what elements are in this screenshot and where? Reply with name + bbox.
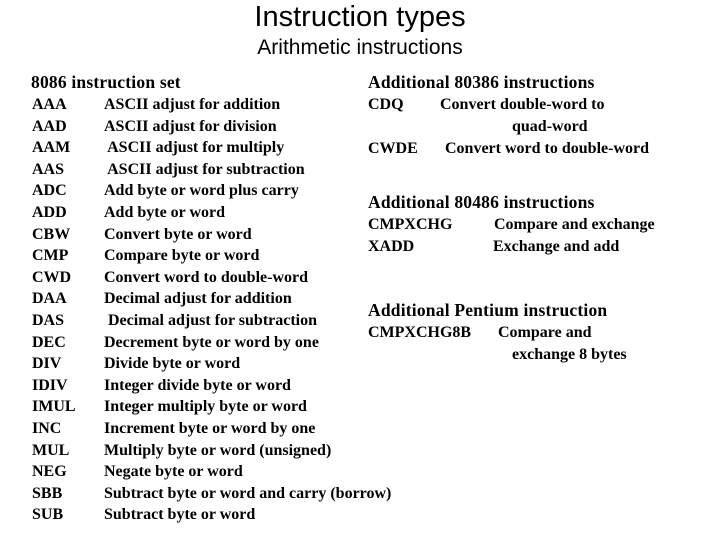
instruction-description: Negate byte or word [104, 463, 243, 481]
page-subtitle: Arithmetic instructions [257, 36, 463, 59]
page-title: Instruction types [254, 1, 466, 33]
instruction-mnemonic: CDQ [368, 96, 404, 113]
instruction-mnemonic: SBB [32, 484, 63, 502]
instruction-description: Subtract byte or word and carry (borrow) [104, 484, 392, 502]
instruction-description: ASCII adjust for multiply [104, 139, 285, 157]
instruction-mnemonic: ADC [32, 182, 67, 200]
instruction-description: Compare and [498, 324, 592, 341]
instruction-description: Compare and exchange [494, 216, 655, 233]
instruction-mnemonic: AAD [32, 117, 67, 135]
instruction-description: ASCII adjust for addition [104, 96, 281, 113]
instruction-description: ASCII adjust for subtraction [104, 160, 305, 178]
instruction-mnemonic: MUL [32, 441, 70, 459]
instruction-mnemonic: DAS [32, 312, 65, 329]
section-heading-8086: 8086 instruction set [31, 72, 181, 92]
instruction-mnemonic: DAA [32, 290, 67, 308]
instruction-description: Convert byte or word [104, 225, 252, 243]
instruction-mnemonic: ADD [32, 204, 67, 221]
instruction-description: Convert word to double-word [104, 268, 308, 286]
instruction-description-continued: quad-word [512, 118, 588, 135]
instruction-mnemonic: CBW [32, 225, 71, 243]
instruction-description: ASCII adjust for division [104, 117, 277, 135]
instruction-description: Compare byte or word [104, 247, 260, 265]
instruction-description: Decimal adjust for addition [104, 290, 292, 308]
instruction-description: Convert double-word to [440, 96, 605, 113]
instruction-description: Decrement byte or word by one [104, 333, 319, 351]
instruction-mnemonic: AAA [32, 96, 67, 113]
instruction-description-continued: exchange 8 bytes [512, 346, 627, 363]
instruction-mnemonic: IDIV [32, 376, 68, 394]
instruction-mnemonic: CMPXCHG [368, 216, 453, 233]
instruction-mnemonic: DEC [32, 333, 66, 351]
instruction-description: Increment byte or word by one [104, 420, 316, 437]
instruction-mnemonic: CWDE [368, 140, 418, 157]
instruction-description: Integer divide byte or word [104, 376, 291, 394]
instruction-description: Decimal adjust for subtraction [104, 312, 318, 329]
instruction-mnemonic: DIV [32, 355, 62, 373]
instruction-mnemonic: CMPXCHG8B [368, 324, 472, 341]
instruction-mnemonic: IMUL [32, 398, 76, 416]
section-heading-80486: Additional 80486 instructions [368, 192, 595, 212]
instruction-mnemonic: AAM [32, 139, 71, 157]
instruction-description: Convert word to double-word [445, 140, 649, 157]
instruction-description: Subtract byte or word [104, 506, 256, 524]
instruction-mnemonic: CWD [32, 268, 72, 286]
instruction-mnemonic: SUB [32, 506, 64, 524]
instruction-mnemonic: CMP [32, 247, 69, 265]
instruction-description: Integer multiply byte or word [104, 398, 307, 416]
instruction-mnemonic: AAS [32, 160, 65, 178]
instruction-description: Add byte or word plus carry [104, 182, 299, 200]
instruction-description: Divide byte or word [104, 355, 241, 373]
instruction-mnemonic: XADD [368, 238, 415, 255]
instruction-description: Add byte or word [104, 204, 226, 221]
instruction-mnemonic: INC [32, 420, 62, 437]
instruction-description: Multiply byte or word (unsigned) [104, 441, 332, 459]
section-heading-pentium: Additional Pentium instruction [368, 300, 608, 320]
section-heading-80386: Additional 80386 instructions [368, 72, 595, 92]
instruction-description: Exchange and add [493, 238, 620, 255]
instruction-mnemonic: NEG [32, 463, 67, 481]
